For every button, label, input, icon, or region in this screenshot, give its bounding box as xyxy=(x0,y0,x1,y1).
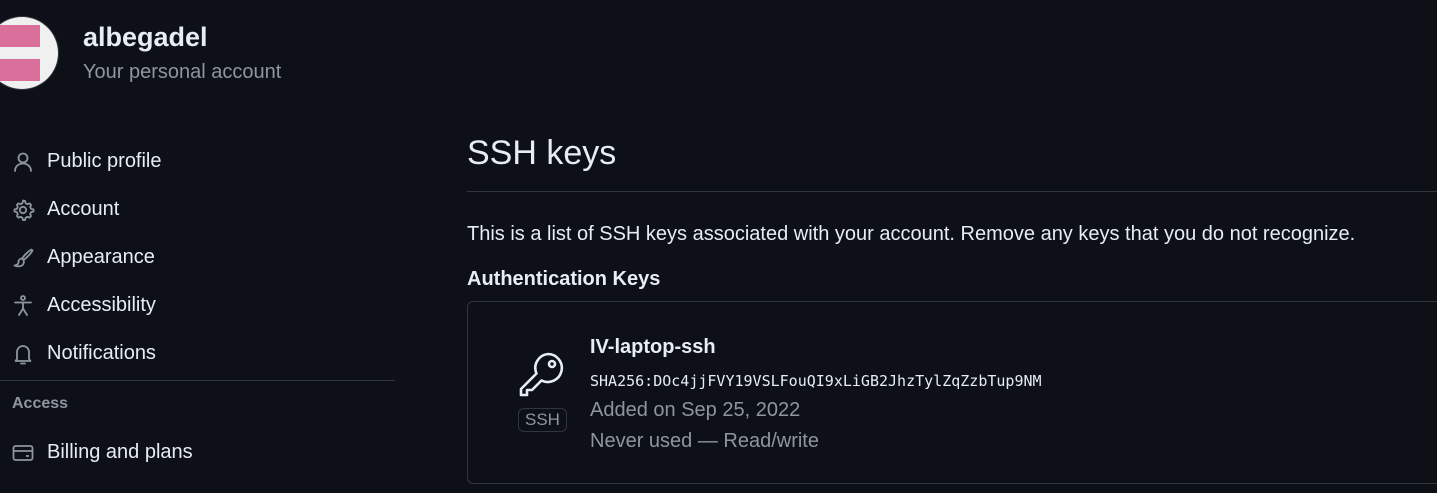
settings-sidebar: Public profile Account Appearance Access… xyxy=(0,138,395,477)
authentication-keys-heading: Authentication Keys xyxy=(467,268,661,290)
sidebar-item-label: Account xyxy=(47,198,120,220)
account-subtitle: Your personal account xyxy=(83,61,282,83)
sidebar-section-label: Access xyxy=(12,395,69,412)
page-title: SSH keys xyxy=(467,134,617,172)
account-username[interactable]: albegadel xyxy=(83,22,208,53)
key-icon xyxy=(516,348,568,400)
key-fingerprint: SHA256:DOc4jjFVY19VSLFouQI9xLiGB2JhzTylZ… xyxy=(590,372,1042,390)
sidebar-item-accessibility[interactable]: Accessibility xyxy=(0,282,395,330)
avatar-pattern-top xyxy=(0,25,40,47)
key-title: IV-laptop-ssh xyxy=(590,336,716,358)
ssh-key-item: SSH IV-laptop-ssh SHA256:DOc4jjFVY19VSLF… xyxy=(467,301,1437,484)
key-usage-status: Never used — Read/write xyxy=(590,430,819,452)
person-icon xyxy=(10,149,36,175)
sidebar-item-label: Notifications xyxy=(47,342,156,364)
key-type-badge: SSH xyxy=(518,408,567,432)
avatar[interactable] xyxy=(0,17,58,89)
sidebar-section-access: Access xyxy=(0,381,395,429)
gear-icon xyxy=(10,197,36,223)
avatar-pattern-bottom xyxy=(0,59,40,81)
key-added-date: Added on Sep 25, 2022 xyxy=(590,399,801,421)
sidebar-item-label: Public profile xyxy=(47,150,162,172)
sidebar-item-label: Appearance xyxy=(47,246,155,268)
paintbrush-icon xyxy=(10,245,36,271)
sidebar-item-public-profile[interactable]: Public profile xyxy=(0,138,395,186)
settings-page: albegadel Your personal account Public p… xyxy=(0,0,1437,493)
sidebar-item-label: Billing and plans xyxy=(47,441,193,463)
sidebar-item-label: Accessibility xyxy=(47,294,156,316)
bell-icon xyxy=(10,341,36,367)
title-divider xyxy=(467,191,1437,192)
accessibility-icon xyxy=(10,293,36,319)
page-description: This is a list of SSH keys associated wi… xyxy=(467,223,1356,245)
sidebar-item-appearance[interactable]: Appearance xyxy=(0,234,395,282)
sidebar-item-notifications[interactable]: Notifications xyxy=(0,330,395,378)
credit-card-icon xyxy=(10,440,36,466)
sidebar-item-account[interactable]: Account xyxy=(0,186,395,234)
sidebar-item-billing[interactable]: Billing and plans xyxy=(0,429,395,477)
